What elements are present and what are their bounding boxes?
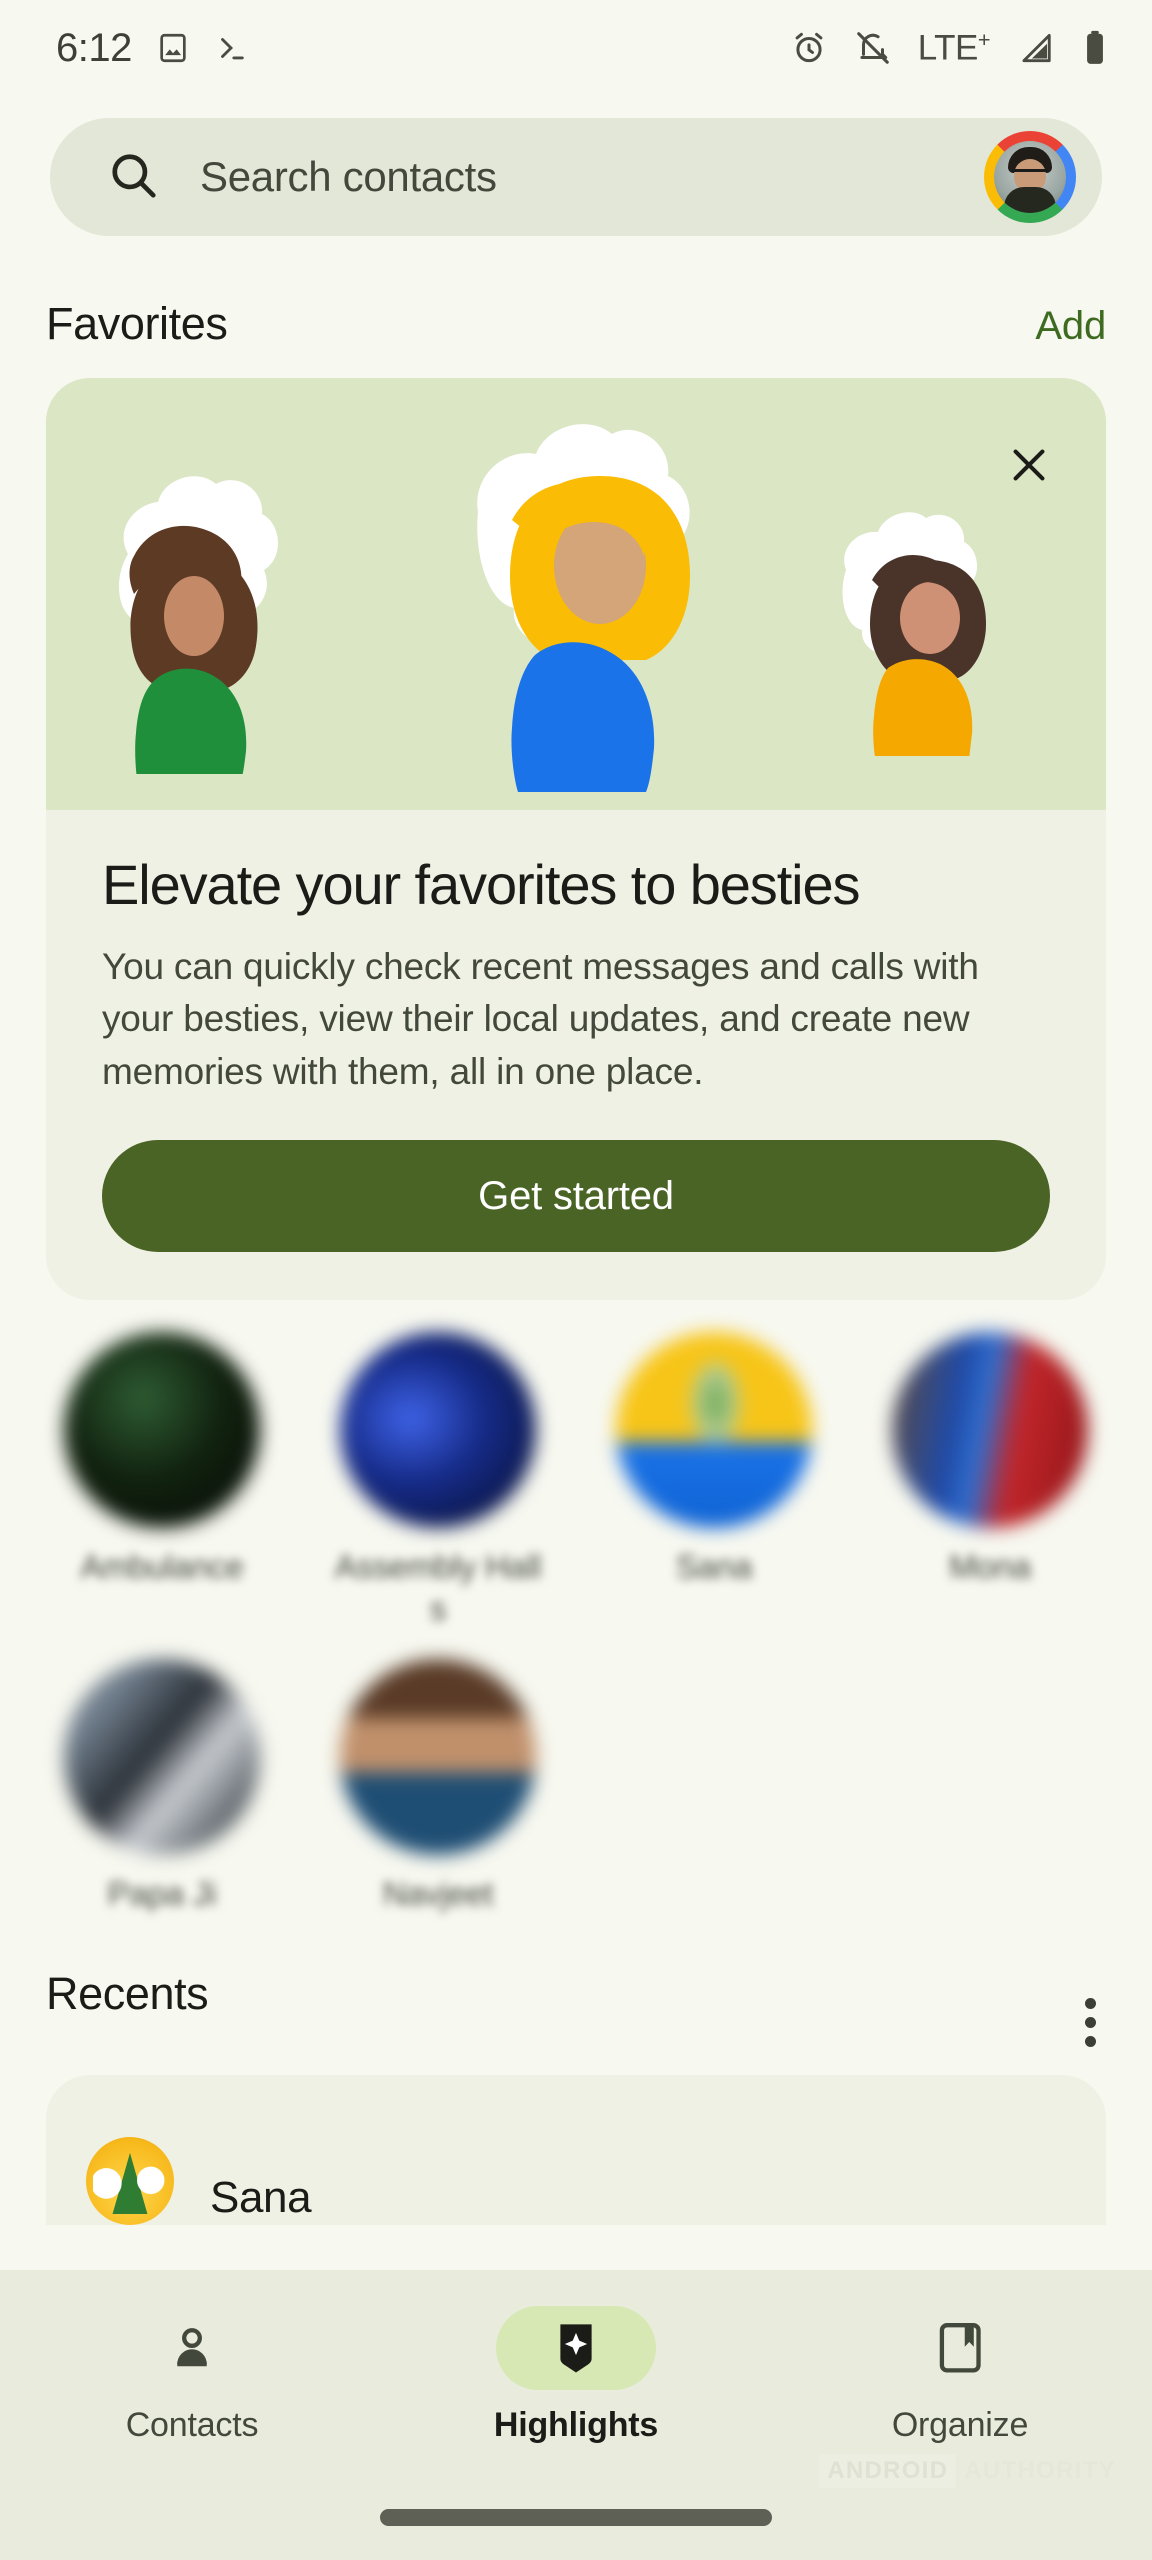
favorite-contact-item[interactable]: Navjeet bbox=[300, 1645, 576, 1914]
search-bar[interactable]: Search contacts bbox=[50, 118, 1102, 236]
close-icon[interactable] bbox=[1000, 436, 1058, 494]
watermark-part2: AUTHORITY bbox=[964, 2457, 1116, 2484]
promo-illustration bbox=[46, 378, 1106, 810]
daisy-avatar bbox=[86, 2137, 174, 2226]
network-type: LTE+ bbox=[917, 27, 991, 68]
nav-item-contacts[interactable]: Contacts bbox=[0, 2306, 384, 2560]
status-bar: 6:12 LTE+ bbox=[0, 0, 1152, 96]
contact-name: Mona bbox=[949, 1548, 1031, 1586]
promo-title: Elevate your favorites to besties bbox=[102, 853, 861, 916]
recent-contact-name: Sana bbox=[210, 2173, 312, 2223]
avatar-image bbox=[994, 141, 1066, 213]
contact-avatar bbox=[64, 1658, 260, 1855]
person-icon bbox=[112, 2306, 272, 2390]
favorite-contact-item[interactable]: Mona bbox=[852, 1318, 1128, 1629]
contact-name: Ambulance bbox=[80, 1548, 244, 1586]
nav-label-contacts: Contacts bbox=[125, 2406, 259, 2444]
status-time: 6:12 bbox=[56, 25, 132, 70]
contact-name: Assembly Hall s bbox=[334, 1548, 542, 1627]
favorite-contact-item[interactable]: Sana bbox=[576, 1318, 852, 1629]
terminal-icon bbox=[214, 31, 248, 65]
favorite-contacts-grid: Ambulance Assembly Hall s Sana Mona Papa… bbox=[0, 1300, 1152, 1914]
favorite-contact-item[interactable]: Papa Ji bbox=[24, 1645, 300, 1914]
profile-avatar[interactable] bbox=[984, 131, 1076, 223]
screenshot-icon bbox=[156, 31, 190, 65]
favorite-contact-item[interactable]: Ambulance bbox=[24, 1318, 300, 1629]
alarm-icon bbox=[790, 29, 828, 67]
signal-icon bbox=[1016, 29, 1054, 67]
promo-body: Elevate your favorites to besties You ca… bbox=[46, 810, 1106, 1300]
nav-label-organize: Organize bbox=[891, 2406, 1029, 2444]
add-favorite-button[interactable]: Add bbox=[1035, 304, 1106, 349]
ringer-off-icon bbox=[854, 29, 892, 67]
watermark-part1: ANDROID bbox=[819, 2454, 957, 2488]
contact-avatar bbox=[64, 1332, 260, 1529]
status-bar-right: LTE+ bbox=[790, 27, 1110, 69]
contact-avatar bbox=[892, 1332, 1088, 1529]
favorite-contact-item[interactable]: Assembly Hall s bbox=[300, 1318, 576, 1629]
battery-icon bbox=[1080, 29, 1110, 67]
recents-header: Recents bbox=[0, 1914, 1152, 2051]
illustration-figure-1 bbox=[72, 464, 362, 774]
home-indicator[interactable] bbox=[380, 2509, 772, 2526]
search-input[interactable]: Search contacts bbox=[200, 153, 984, 201]
watermark: ANDROID AUTHORITY bbox=[819, 2454, 1118, 2488]
recents-list: Sana bbox=[46, 2075, 1106, 2226]
more-vertical-icon[interactable] bbox=[1075, 1994, 1106, 2051]
favorites-title: Favorites bbox=[46, 298, 228, 349]
recents-title: Recents bbox=[46, 1968, 209, 2020]
bookmark-icon bbox=[880, 2306, 1040, 2390]
nav-item-organize[interactable]: Organize bbox=[768, 2306, 1152, 2560]
contact-name: Navjeet bbox=[382, 1874, 494, 1912]
favorites-header: Favorites Add bbox=[0, 236, 1152, 350]
illustration-figure-2 bbox=[438, 416, 768, 816]
nav-label-highlights: Highlights bbox=[493, 2406, 659, 2444]
contact-name: Sana bbox=[675, 1548, 753, 1586]
contact-avatar bbox=[340, 1332, 536, 1529]
sparkle-icon bbox=[496, 2306, 656, 2390]
promo-description: You can quickly check recent messages an… bbox=[102, 945, 979, 1092]
search-icon bbox=[106, 148, 160, 207]
contact-name: Papa Ji bbox=[107, 1874, 217, 1912]
status-bar-left: 6:12 bbox=[56, 26, 248, 71]
bottom-navigation: Contacts Highlights Organize ANDROID AUT… bbox=[0, 2270, 1152, 2560]
illustration-figure-3 bbox=[806, 506, 1046, 756]
besties-promo-card: Elevate your favorites to besties You ca… bbox=[46, 378, 1106, 1301]
contact-avatar bbox=[616, 1332, 812, 1529]
get-started-button[interactable]: Get started bbox=[102, 1140, 1050, 1253]
contact-avatar bbox=[340, 1658, 536, 1855]
